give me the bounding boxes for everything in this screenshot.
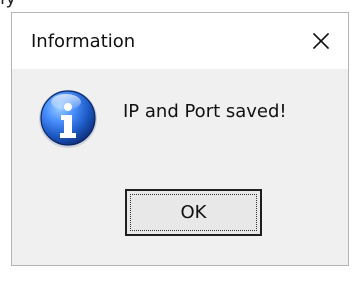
dialog-message: IP and Port saved! [123,101,287,122]
close-button[interactable] [294,13,348,69]
info-icon [39,90,97,148]
background-text-fragment: ly [0,0,56,10]
ok-label: OK [180,202,207,223]
information-dialog: Information IP and Port saved! OK [11,12,349,266]
ok-button[interactable]: OK [125,189,262,236]
dialog-title: Information [31,31,136,52]
dialog-content: IP and Port saved! OK [12,69,348,265]
dialog-titlebar: Information [12,13,348,69]
close-icon [312,32,330,50]
ok-focus-rectangle: OK [130,194,257,231]
